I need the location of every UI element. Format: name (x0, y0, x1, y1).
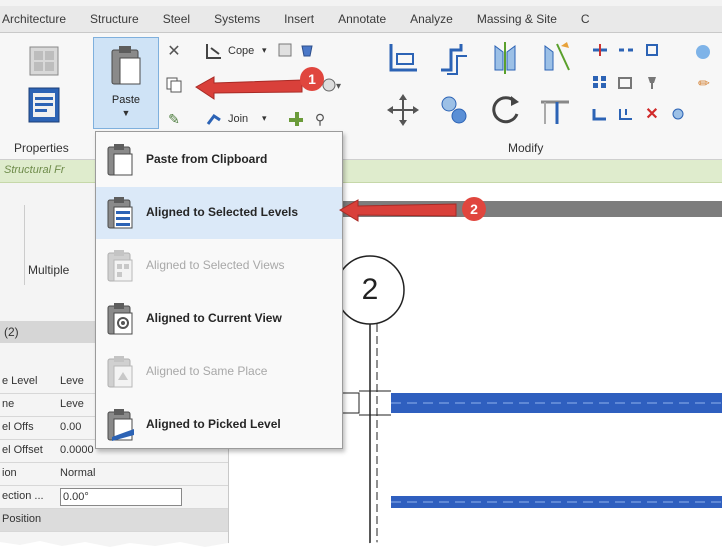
mirror-small-icon[interactable] (668, 105, 688, 123)
options-bar-text: Structural Fr (4, 164, 65, 176)
callout-badge-2: 2 (462, 197, 486, 221)
tab-insert[interactable]: Insert (272, 6, 326, 32)
array-icon[interactable] (590, 73, 610, 91)
clipboard-icon (104, 142, 136, 178)
cut-icon[interactable]: ✕ (164, 41, 184, 61)
properties-icon[interactable] (22, 85, 66, 125)
menu-item-aligned-same-place[interactable]: Aligned to Same Place (96, 346, 342, 398)
split-face-icon[interactable] (276, 41, 294, 59)
split-gap-icon[interactable] (616, 41, 636, 59)
modify-group-label: Modify (508, 141, 544, 155)
aligned-picked-level-icon (104, 407, 136, 443)
properties-group-label: Properties (14, 141, 69, 155)
extend-icon[interactable] (616, 105, 636, 123)
torn-edge-decoration (0, 541, 722, 550)
tab-systems[interactable]: Systems (202, 6, 272, 32)
join-chevron-down-icon[interactable]: ▾ (262, 113, 267, 124)
paste-dropdown-menu: Paste from Clipboard Aligned to Selected… (95, 131, 343, 449)
paste-button[interactable]: Paste ▼ (93, 37, 159, 129)
join-icon[interactable] (204, 109, 224, 129)
model-in-place-icon[interactable] (692, 41, 714, 63)
aligned-levels-icon (104, 195, 136, 231)
tab-annotate[interactable]: Annotate (326, 6, 398, 32)
rotate-icon[interactable] (486, 91, 524, 129)
join-label[interactable]: Join (228, 113, 248, 125)
move-icon[interactable] (384, 91, 422, 129)
wall-joins-icon[interactable] (286, 109, 306, 129)
match-properties-icon[interactable]: ✎ (164, 109, 184, 129)
tab-architecture[interactable]: Architecture (0, 6, 78, 32)
pencil-icon[interactable]: ✏ (694, 73, 714, 93)
type-selector-label[interactable]: Multiple (28, 263, 69, 277)
property-row[interactable]: ion Normal (0, 463, 228, 486)
property-row[interactable]: ection ... 0.00° (0, 486, 228, 509)
align-icon[interactable] (384, 39, 422, 77)
offset-icon[interactable] (436, 39, 474, 77)
copy-icon[interactable] (164, 75, 184, 95)
ribbon-tab-strip: Architecture Structure Steel Systems Ins… (0, 6, 722, 33)
trim-icon[interactable] (590, 105, 610, 123)
copy-element-icon[interactable] (436, 91, 474, 129)
level-marker-text: 2 (361, 273, 379, 306)
chevron-down-icon: ▼ (121, 108, 131, 118)
type-thumbnail (4, 205, 25, 285)
svg-text:▾: ▾ (336, 81, 341, 92)
inspect-icon[interactable]: ⚲ (310, 109, 330, 129)
paste-label: Paste (111, 94, 141, 106)
tab-analyze[interactable]: Analyze (398, 6, 465, 32)
cope-label[interactable]: Cope (228, 45, 254, 57)
trim-extend-icon[interactable] (536, 91, 574, 129)
type-selector-icon[interactable] (24, 43, 64, 79)
tab-overflow[interactable]: C (569, 6, 602, 32)
tab-steel[interactable]: Steel (151, 6, 202, 32)
mirror-draw-axis-icon[interactable] (536, 39, 574, 77)
revit-window: Architecture Structure Steel Systems Ins… (0, 0, 722, 550)
aligned-same-place-icon (104, 354, 136, 390)
unpin-icon[interactable] (642, 41, 662, 59)
menu-item-aligned-current-view[interactable]: Aligned to Current View (96, 293, 342, 345)
property-group-row[interactable]: Position (0, 509, 228, 532)
callout-badge-1: 1 (300, 67, 324, 91)
aligned-current-view-icon (104, 301, 136, 337)
delete-icon[interactable]: ✕ (642, 105, 662, 123)
scale-icon[interactable] (616, 73, 636, 91)
pin-icon[interactable] (642, 73, 662, 91)
aligned-views-icon (104, 248, 136, 284)
paint-icon[interactable] (298, 41, 316, 59)
menu-item-aligned-picked-level[interactable]: Aligned to Picked Level (96, 399, 342, 451)
clipboard-icon (108, 44, 144, 88)
instance-count-label: (2) (4, 325, 19, 339)
mirror-pick-axis-icon[interactable] (486, 39, 524, 77)
tab-massing-site[interactable]: Massing & Site (465, 6, 569, 32)
tab-structure[interactable]: Structure (78, 6, 151, 32)
cope-icon[interactable] (204, 41, 224, 61)
menu-item-aligned-selected-levels[interactable]: Aligned to Selected Levels (96, 187, 342, 239)
cope-chevron-down-icon[interactable]: ▾ (262, 45, 267, 56)
menu-item-paste-from-clipboard[interactable]: Paste from Clipboard (96, 134, 342, 186)
split-element-icon[interactable] (590, 41, 610, 59)
menu-item-aligned-selected-views[interactable]: Aligned to Selected Views (96, 240, 342, 292)
